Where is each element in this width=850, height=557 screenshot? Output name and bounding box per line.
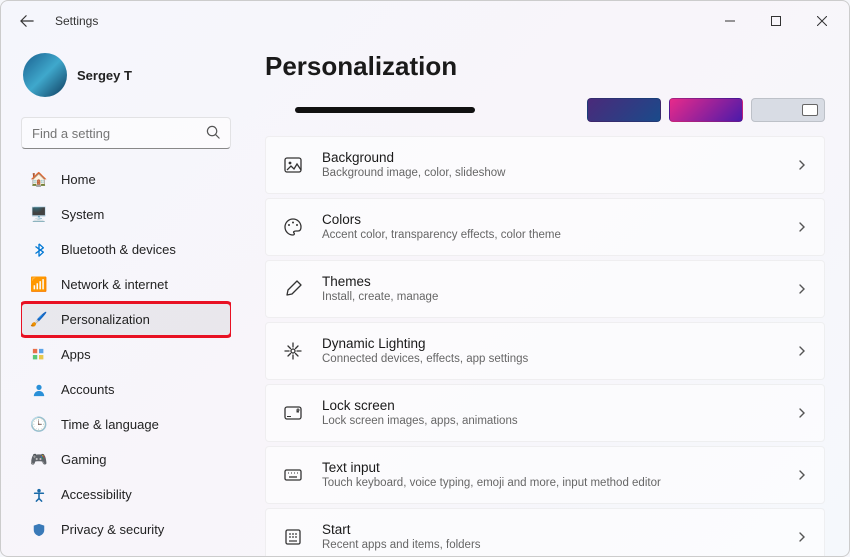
theme-thumbnail[interactable] [669,98,743,122]
setting-themes[interactable]: ThemesInstall, create, manage [265,260,825,318]
gaming-icon: 🎮 [31,452,47,468]
sidebar-item-label: Privacy & security [61,522,164,537]
back-button[interactable] [13,7,41,35]
arrow-left-icon [20,14,34,28]
sidebar-item-label: Home [61,172,96,187]
sidebar-item-privacy[interactable]: Privacy & security [21,513,231,546]
theme-preview-row [265,96,825,124]
chevron-right-icon [796,283,808,295]
setting-subtitle: Background image, color, slideshow [322,166,796,181]
setting-subtitle: Touch keyboard, voice typing, emoji and … [322,476,796,491]
window-controls [707,5,845,37]
palette-icon [282,216,304,238]
chevron-right-icon [796,531,808,543]
sidebar-item-personalization[interactable]: 🖌️ Personalization [21,303,231,336]
nav-list: 🏠 Home 🖥️ System Bluetooth & devices 📶 Netw… [21,163,231,556]
sidebar-item-label: System [61,207,104,222]
sidebar-item-gaming[interactable]: 🎮 Gaming [21,443,231,476]
setting-title: Dynamic Lighting [322,335,796,353]
profile-name: Sergey T [77,68,132,83]
search-input[interactable] [21,117,231,149]
image-icon [282,154,304,176]
shield-icon [31,522,47,538]
sidebar-item-update[interactable]: Windows Update [21,548,231,556]
setting-title: Lock screen [322,397,796,415]
setting-text-input[interactable]: Text inputTouch keyboard, voice typing, … [265,446,825,504]
sidebar-item-accessibility[interactable]: Accessibility [21,478,231,511]
setting-subtitle: Recent apps and items, folders [322,538,796,553]
maximize-icon [771,16,781,26]
sidebar: Sergey T 🏠 Home 🖥️ System Bluetooth & devi… [1,41,241,556]
setting-subtitle: Accent color, transparency effects, colo… [322,228,796,243]
sidebar-item-bluetooth[interactable]: Bluetooth & devices [21,233,231,266]
start-icon [282,526,304,548]
home-icon: 🏠 [31,172,47,188]
main-content: Personalization BackgroundBackground ima… [241,41,849,556]
chevron-right-icon [796,159,808,171]
titlebar: Settings [1,1,849,41]
settings-list: BackgroundBackground image, color, slide… [265,136,825,556]
avatar [23,53,67,97]
close-button[interactable] [799,5,845,37]
setting-colors[interactable]: ColorsAccent color, transparency effects… [265,198,825,256]
theme-thumbnail[interactable] [751,98,825,122]
chevron-right-icon [796,221,808,233]
sidebar-item-system[interactable]: 🖥️ System [21,198,231,231]
keyboard-icon [282,464,304,486]
sidebar-item-accounts[interactable]: Accounts [21,373,231,406]
app-title: Settings [55,14,98,28]
lock-icon [282,402,304,424]
theme-thumbnail[interactable] [587,98,661,122]
setting-title: Text input [322,459,796,477]
sidebar-item-label: Personalization [61,312,150,327]
chevron-right-icon [796,407,808,419]
setting-background[interactable]: BackgroundBackground image, color, slide… [265,136,825,194]
sidebar-item-label: Accessibility [61,487,132,502]
sidebar-item-apps[interactable]: Apps [21,338,231,371]
wifi-icon: 📶 [31,277,47,293]
minimize-button[interactable] [707,5,753,37]
setting-subtitle: Connected devices, effects, app settings [322,352,796,367]
search-icon [206,125,221,140]
setting-lock-screen[interactable]: Lock screenLock screen images, apps, ani… [265,384,825,442]
close-icon [817,16,827,26]
sidebar-item-time[interactable]: 🕒 Time & language [21,408,231,441]
sidebar-item-home[interactable]: 🏠 Home [21,163,231,196]
sidebar-item-network[interactable]: 📶 Network & internet [21,268,231,301]
setting-subtitle: Lock screen images, apps, animations [322,414,796,429]
chevron-right-icon [796,469,808,481]
chevron-right-icon [796,345,808,357]
body: Sergey T 🏠 Home 🖥️ System Bluetooth & devi… [1,41,849,556]
system-icon: 🖥️ [31,207,47,223]
paint-icon: 🖌️ [31,312,47,328]
sidebar-item-label: Gaming [61,452,107,467]
time-icon: 🕒 [31,417,47,433]
preview-bar [295,107,475,113]
setting-start[interactable]: StartRecent apps and items, folders [265,508,825,556]
sidebar-item-label: Network & internet [61,277,168,292]
brush-icon [282,278,304,300]
sidebar-item-label: Time & language [61,417,159,432]
setting-title: Themes [322,273,796,291]
sidebar-item-label: Accounts [61,382,114,397]
setting-title: Start [322,521,796,539]
sparkle-icon [282,340,304,362]
setting-subtitle: Install, create, manage [322,290,796,305]
sidebar-item-label: Apps [61,347,91,362]
setting-title: Colors [322,211,796,229]
search-wrap [21,117,231,149]
sidebar-item-label: Bluetooth & devices [61,242,176,257]
accounts-icon [31,382,47,398]
accessibility-icon [31,487,47,503]
minimize-icon [725,16,735,26]
bluetooth-icon [31,242,47,258]
setting-dynamic-lighting[interactable]: Dynamic LightingConnected devices, effec… [265,322,825,380]
apps-icon [31,347,47,363]
settings-window: Settings Sergey T 🏠Home 🖥️System Bluetoo [0,0,850,557]
page-title: Personalization [265,51,825,82]
setting-title: Background [322,149,796,167]
profile-block[interactable]: Sergey T [21,47,231,107]
maximize-button[interactable] [753,5,799,37]
